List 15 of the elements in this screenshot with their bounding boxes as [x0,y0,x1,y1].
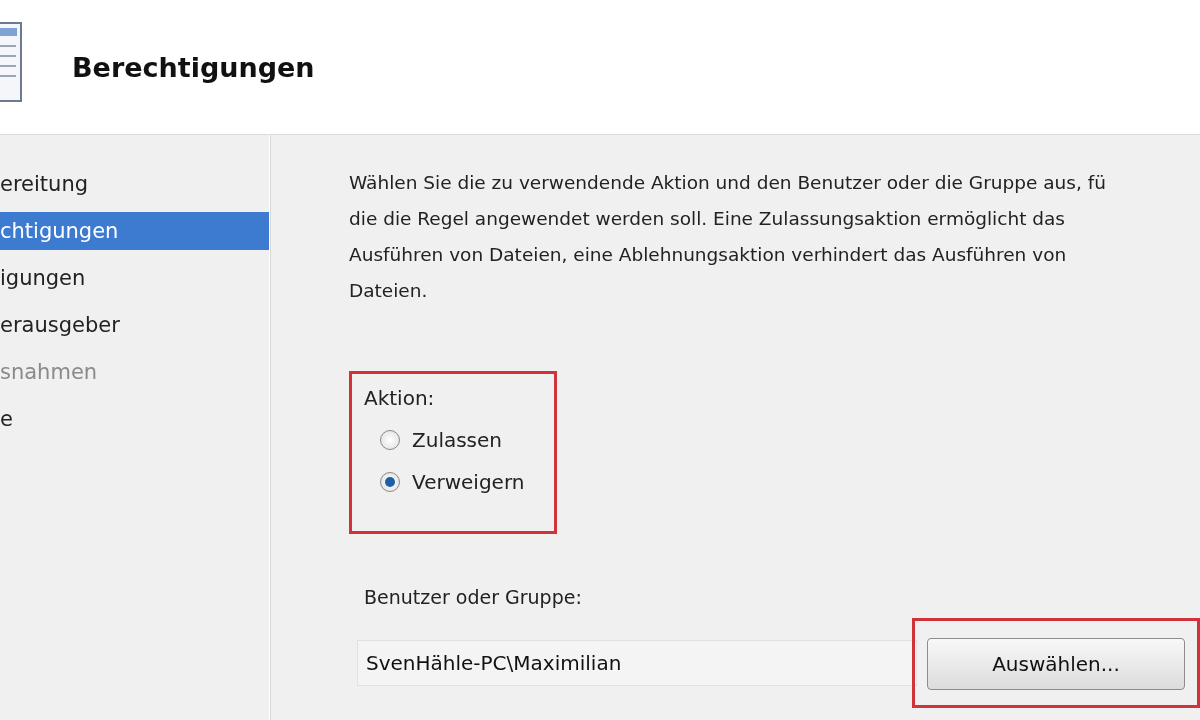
action-label: Aktion: [364,386,436,410]
sidebar-item[interactable]: ereitung [0,165,269,203]
description-text: Wählen Sie die zu verwendende Aktion und den Benutzer oder die Gruppe aus, fü die die Regel angewendet werden soll. Eine Zulassungsaktion ermöglicht das Ausführen von Dateien, eine Ablehnungsaktion verhindert das Ausführen von Dateien. [349,171,1107,303]
page-title: Berechtigungen [72,51,315,83]
sidebar-item[interactable]: e [0,400,269,438]
radio-button[interactable] [380,430,400,450]
radio-option[interactable]: Zulassen [364,428,554,452]
sidebar-item[interactable]: igungen [0,259,269,297]
sidebar-item[interactable]: chtigungen [0,212,269,250]
radio-option[interactable]: Verweigern [364,470,554,494]
radio-button[interactable] [380,472,400,492]
sidebar-item[interactable]: erausgeber [0,306,269,344]
user-label: Benutzer oder Gruppe: [364,586,583,608]
user-field[interactable]: SvenHähle-PC\Maximilian [357,640,917,686]
select-button[interactable]: Auswählen... [927,638,1185,690]
